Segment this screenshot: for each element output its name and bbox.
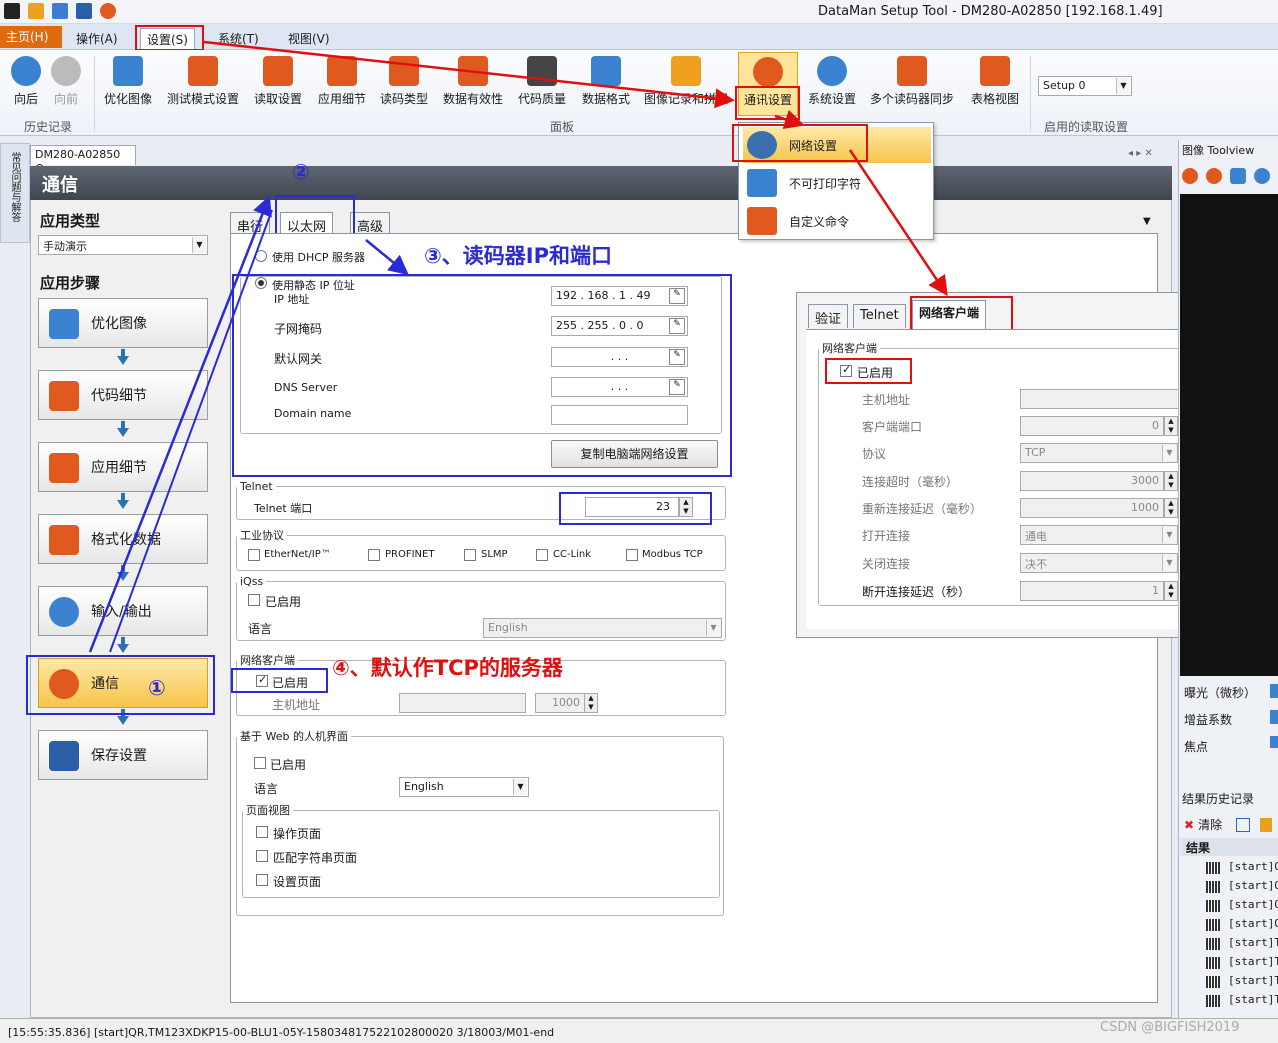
arrow-step-to-tab	[88, 195, 272, 653]
arrow-network-to-popup	[848, 149, 948, 297]
watermark: CSDN @BIGFISH2019	[1100, 1020, 1240, 1035]
arrow-tab-to-ip	[365, 239, 409, 276]
arrow-settings-to-comm	[203, 40, 735, 109]
annotation-arrows	[88, 40, 948, 653]
status-bar: [15:55:35.836] [start]QR,TM123XDKP15-00-…	[0, 1018, 1278, 1043]
arrow-step-to-tab-2	[109, 209, 273, 653]
status-text: [15:55:35.836] [start]QR,TM123XDKP15-00-…	[8, 1026, 555, 1039]
arrow-comm-to-network	[774, 109, 805, 129]
